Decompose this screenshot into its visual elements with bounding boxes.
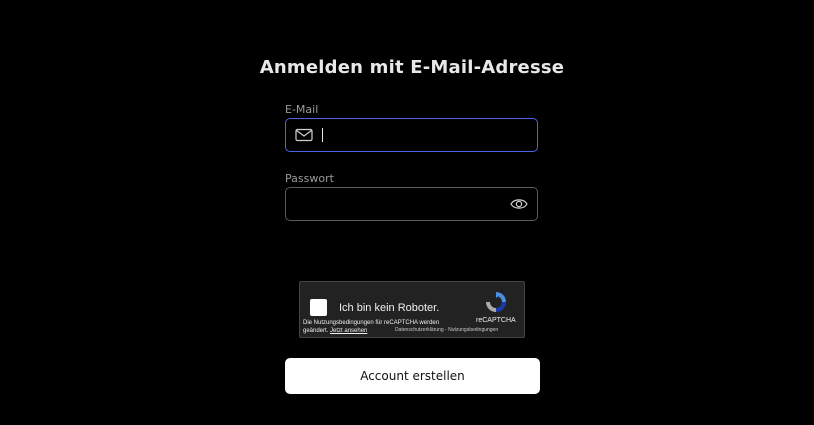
create-account-button[interactable]: Account erstellen — [285, 358, 540, 394]
recaptcha-brand: reCAPTCHA — [476, 317, 516, 324]
password-field[interactable] — [285, 187, 538, 221]
recaptcha-privacy-links[interactable]: Datenschutzerklärung - Nutzungsbedingung… — [395, 327, 498, 333]
recaptcha-logo-icon — [486, 292, 506, 312]
password-input[interactable] — [296, 194, 506, 214]
page-title: Anmelden mit E-Mail-Adresse — [259, 57, 565, 78]
recaptcha-notice-link[interactable]: Jetzt ansehen — [330, 328, 367, 334]
email-input[interactable] — [321, 125, 526, 145]
recaptcha-checkbox[interactable] — [310, 299, 327, 316]
text-cursor — [322, 128, 323, 142]
email-field[interactable] — [285, 118, 538, 152]
eye-icon[interactable] — [510, 197, 528, 211]
recaptcha-widget: Ich bin kein Roboter. Die Nutzungsbeding… — [299, 281, 525, 338]
password-label: Passwort — [285, 172, 334, 185]
recaptcha-label: Ich bin kein Roboter. — [339, 302, 440, 314]
email-label: E-Mail — [285, 103, 319, 116]
mail-icon — [295, 128, 313, 142]
login-page: Anmelden mit E-Mail-Adresse E-Mail Passw… — [0, 0, 814, 425]
